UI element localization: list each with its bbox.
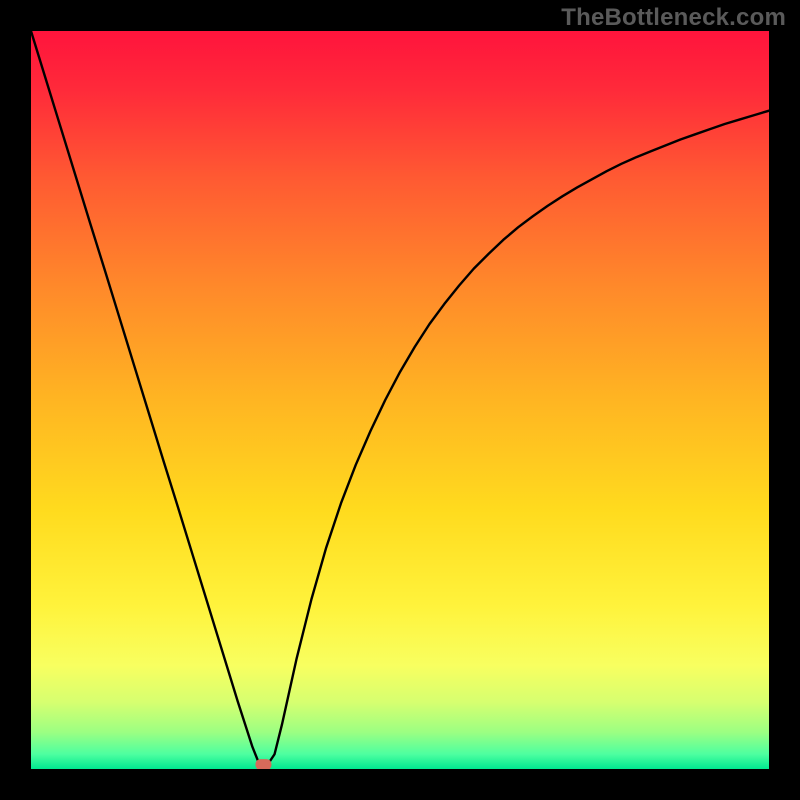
watermark-text: TheBottleneck.com <box>561 4 786 32</box>
plot-area <box>31 31 769 769</box>
ideal-point-marker <box>255 759 271 769</box>
chart-svg <box>31 31 769 769</box>
gradient-background <box>31 31 769 769</box>
chart-frame: TheBottleneck.com <box>0 0 800 800</box>
